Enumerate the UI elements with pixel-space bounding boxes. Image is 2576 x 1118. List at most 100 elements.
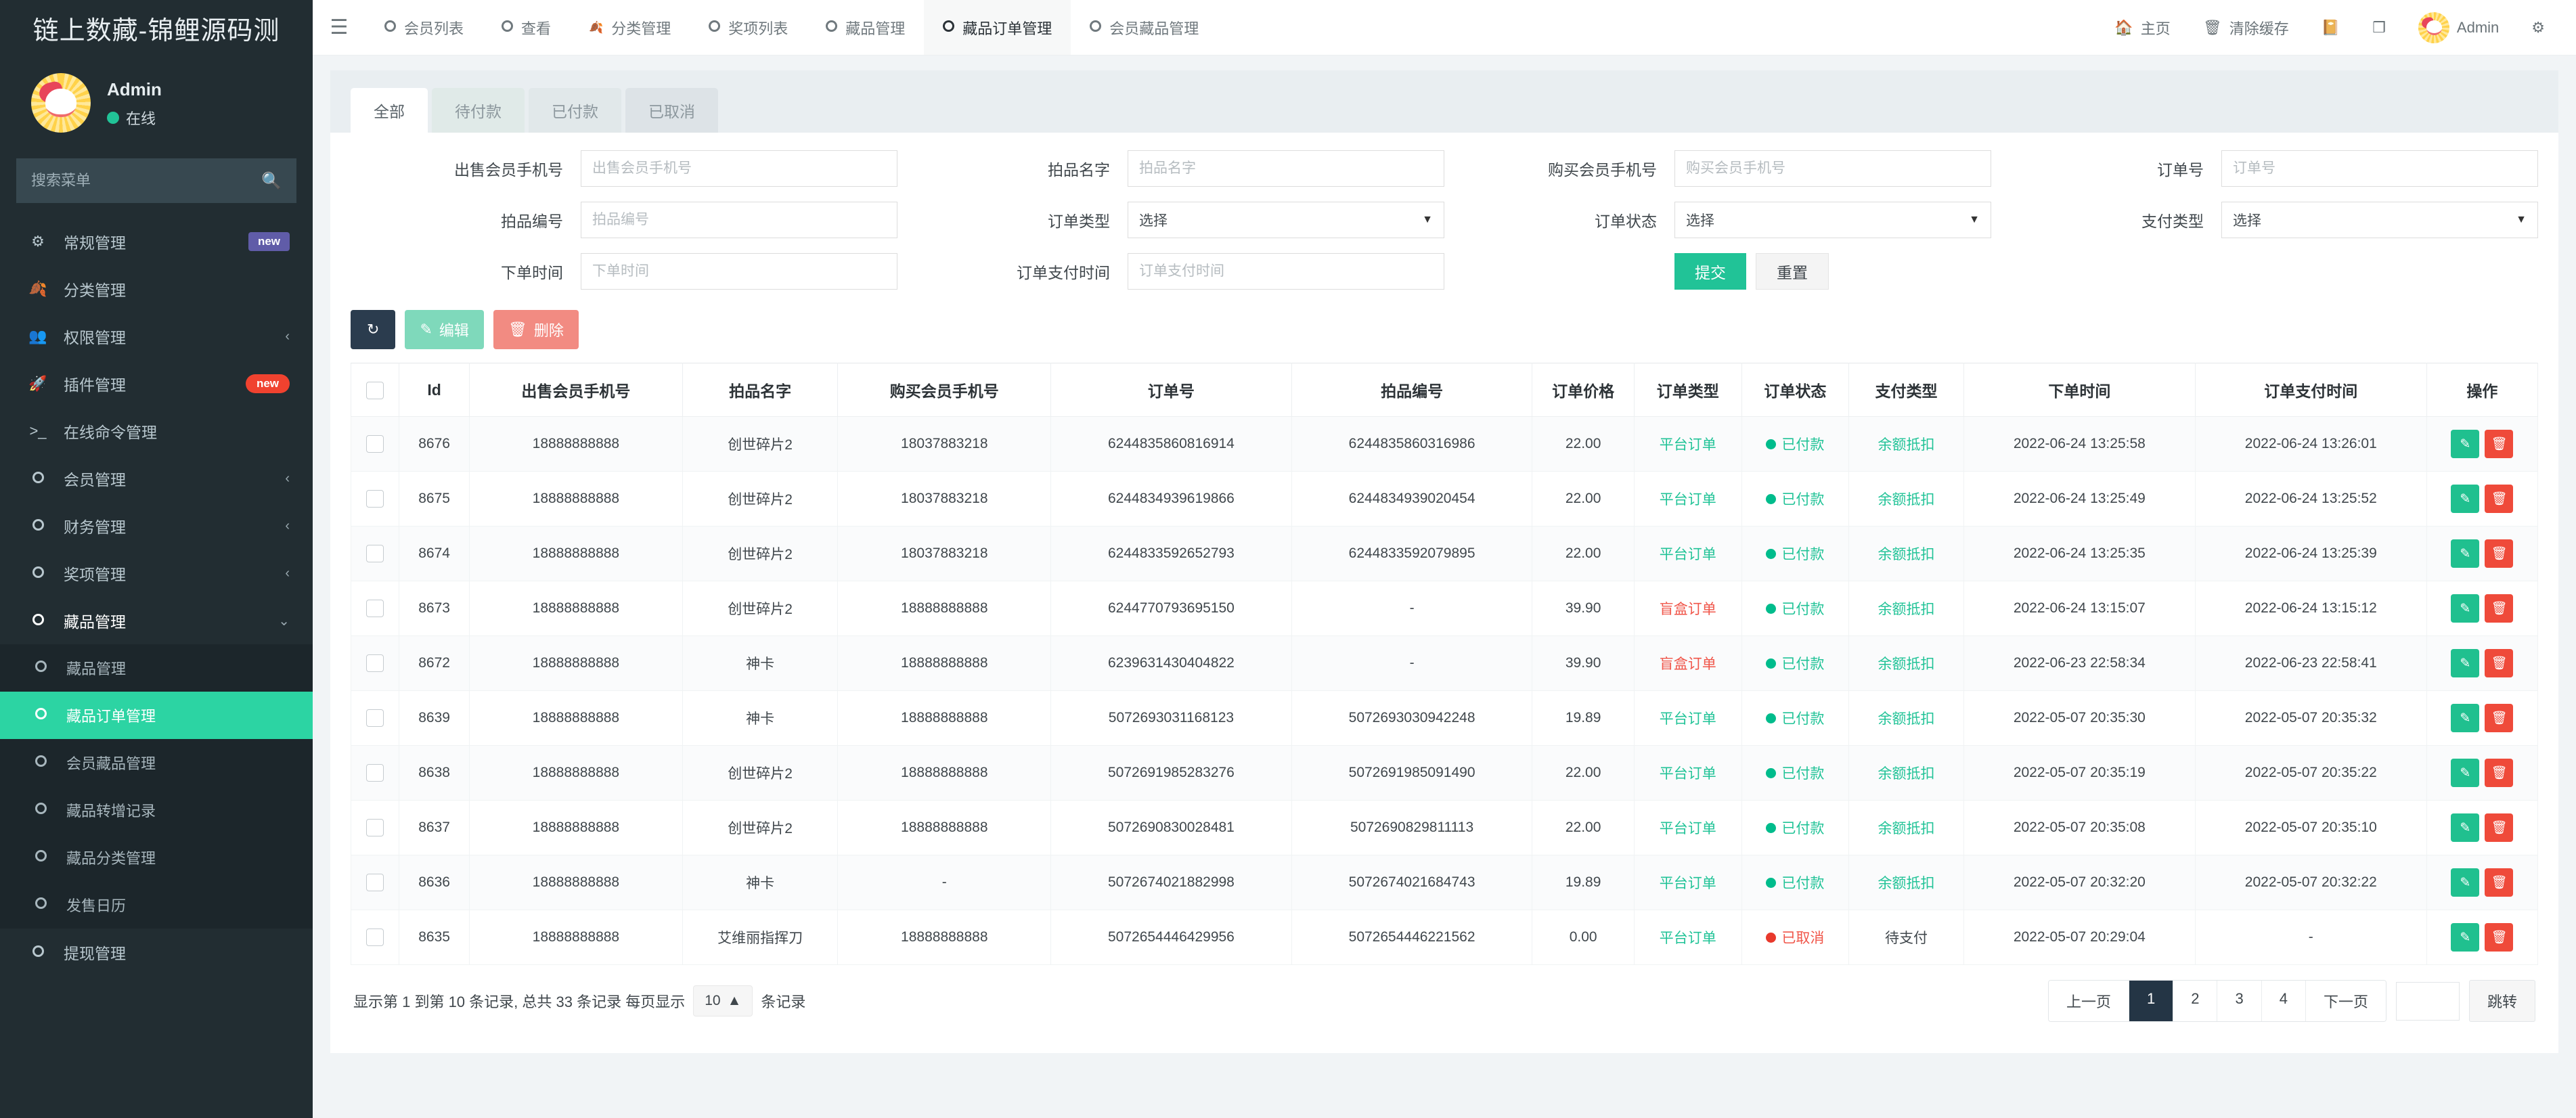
sidebar-item-plugin[interactable]: 🚀 插件管理 new xyxy=(0,360,313,407)
sidebar-item-member[interactable]: 会员管理 ‹ xyxy=(0,455,313,502)
tab-collection-manage[interactable]: 藏品管理 xyxy=(807,0,924,55)
tab-view[interactable]: 查看 xyxy=(483,0,570,55)
seller-phone-input[interactable] xyxy=(581,150,897,187)
home-button[interactable]: 🏠 主页 xyxy=(2098,0,2186,55)
fullscreen-button[interactable]: ❒ xyxy=(2356,0,2402,55)
row-delete-button[interactable]: 🗑 xyxy=(2485,923,2514,952)
row-edit-button[interactable]: ✎ xyxy=(2451,485,2480,513)
sidebar-item-command[interactable]: >_ 在线命令管理 xyxy=(0,407,313,455)
sidebar-item-category[interactable]: 🍂 分类管理 xyxy=(0,265,313,313)
page-1-button[interactable]: 1 xyxy=(2129,981,2174,1021)
next-page-button[interactable]: 下一页 xyxy=(2305,981,2386,1021)
tab-paid[interactable]: 已付款 xyxy=(529,88,621,133)
tab-member-list[interactable]: 会员列表 xyxy=(365,0,483,55)
row-delete-button[interactable]: 🗑 xyxy=(2485,759,2514,787)
tab-collection-order[interactable]: 藏品订单管理 xyxy=(924,0,1071,55)
sidebar-subitem-collection-order[interactable]: 藏品订单管理 xyxy=(0,692,313,739)
row-checkbox[interactable] xyxy=(366,654,384,672)
tab-category-manage[interactable]: 🍂 分类管理 xyxy=(570,0,690,55)
sidebar-item-general[interactable]: ⚙ 常规管理 new xyxy=(0,218,313,265)
tab-all[interactable]: 全部 xyxy=(351,88,428,133)
search-input[interactable] xyxy=(31,172,262,189)
row-edit-button[interactable]: ✎ xyxy=(2451,539,2480,568)
hamburger-icon[interactable]: ☰ xyxy=(313,0,365,55)
row-edit-button[interactable]: ✎ xyxy=(2451,594,2480,623)
settings-button[interactable]: ⚙ xyxy=(2515,0,2561,55)
select-all-checkbox[interactable] xyxy=(366,381,384,399)
row-delete-button[interactable]: 🗑 xyxy=(2485,539,2514,568)
tab-pending-payment[interactable]: 待付款 xyxy=(432,88,525,133)
row-checkbox[interactable] xyxy=(366,819,384,836)
row-edit-button[interactable]: ✎ xyxy=(2451,813,2480,842)
row-checkbox[interactable] xyxy=(366,490,384,508)
delete-button[interactable]: 🗑 删除 xyxy=(493,310,579,349)
row-checkbox[interactable] xyxy=(366,545,384,562)
row-checkbox[interactable] xyxy=(366,764,384,782)
reset-button[interactable]: 重置 xyxy=(1756,253,1829,290)
table-row[interactable]: 8676 18888888888 创世碎片2 18037883218 624483586… xyxy=(350,416,2539,472)
row-delete-button[interactable]: 🗑 xyxy=(2485,868,2514,897)
table-row[interactable]: 8637 18888888888 创世碎片2 18888888888 507269083… xyxy=(350,800,2539,855)
sidebar-item-collection[interactable]: 藏品管理 ⌄ xyxy=(0,597,313,644)
sidebar-item-finance[interactable]: 财务管理 ‹ xyxy=(0,502,313,550)
sidebar-item-withdraw[interactable]: 提现管理 xyxy=(0,929,313,976)
row-delete-button[interactable]: 🗑 xyxy=(2485,649,2514,677)
tab-cancelled[interactable]: 已取消 xyxy=(625,88,718,133)
clear-cache-button[interactable]: 🗑 清除缓存 xyxy=(2187,0,2305,55)
tab-award-list[interactable]: 奖项列表 xyxy=(690,0,807,55)
user-menu[interactable]: Admin xyxy=(2402,0,2515,55)
prev-page-button[interactable]: 上一页 xyxy=(2048,981,2129,1021)
table-row[interactable]: 8638 18888888888 创世碎片2 18888888888 507269198… xyxy=(350,745,2539,801)
row-checkbox[interactable] xyxy=(366,600,384,617)
sidebar-subitem-collection-manage[interactable]: 藏品管理 xyxy=(0,644,313,692)
row-edit-button[interactable]: ✎ xyxy=(2451,868,2480,897)
sidebar-item-award[interactable]: 奖项管理 ‹ xyxy=(0,550,313,597)
tab-member-collection[interactable]: 会员藏品管理 xyxy=(1071,0,1218,55)
table-row[interactable]: 8636 18888888888 神卡 -5072674021882998 507267… xyxy=(350,855,2539,910)
row-edit-button[interactable]: ✎ xyxy=(2451,649,2480,677)
sidebar-subitem-sale-calendar[interactable]: 发售日历 xyxy=(0,881,313,929)
row-edit-button[interactable]: ✎ xyxy=(2451,430,2480,458)
item-name-input[interactable] xyxy=(1128,150,1444,187)
row-delete-button[interactable]: 🗑 xyxy=(2485,704,2514,732)
sidebar-search[interactable]: 🔍 xyxy=(16,158,296,203)
item-no-input[interactable] xyxy=(581,202,897,238)
jump-page-input[interactable] xyxy=(2395,981,2460,1021)
page-size-select[interactable]: 10 ▲ xyxy=(693,985,753,1016)
pay-time-input[interactable] xyxy=(1128,253,1444,290)
row-delete-button[interactable]: 🗑 xyxy=(2485,485,2514,513)
row-checkbox[interactable] xyxy=(366,874,384,891)
jump-button[interactable]: 跳转 xyxy=(2468,980,2535,1022)
row-edit-button[interactable]: ✎ xyxy=(2451,759,2480,787)
order-time-input[interactable] xyxy=(581,253,897,290)
table-row[interactable]: 8675 18888888888 创世碎片2 18037883218 624483493… xyxy=(350,471,2539,527)
order-status-select[interactable]: 选择 ▼ xyxy=(1674,202,1991,238)
page-2-button[interactable]: 2 xyxy=(2173,981,2218,1021)
table-row[interactable]: 8673 18888888888 创世碎片2 18888888888 624477079… xyxy=(350,581,2539,636)
edit-button[interactable]: ✎ 编辑 xyxy=(405,310,484,349)
sidebar-subitem-member-collection[interactable]: 会员藏品管理 xyxy=(0,739,313,786)
table-row[interactable]: 8635 18888888888 艾维丽指挥刀 18888888888 50726544… xyxy=(350,910,2539,965)
book-button[interactable]: 📔 xyxy=(2305,0,2356,55)
row-checkbox[interactable] xyxy=(366,435,384,453)
page-4-button[interactable]: 4 xyxy=(2261,981,2306,1021)
table-row[interactable]: 8672 18888888888 神卡 18888888888 623963143040… xyxy=(350,635,2539,691)
row-edit-button[interactable]: ✎ xyxy=(2451,923,2480,952)
row-checkbox[interactable] xyxy=(366,709,384,727)
row-delete-button[interactable]: 🗑 xyxy=(2485,813,2514,842)
table-row[interactable]: 8674 18888888888 创世碎片2 18037883218 624483359… xyxy=(350,526,2539,581)
table-row[interactable]: 8639 18888888888 神卡 18888888888 507269303116… xyxy=(350,690,2539,746)
order-type-select[interactable]: 选择 ▼ xyxy=(1128,202,1444,238)
page-3-button[interactable]: 3 xyxy=(2217,981,2262,1021)
pay-type-select[interactable]: 选择 ▼ xyxy=(2221,202,2538,238)
buyer-phone-input[interactable] xyxy=(1674,150,1991,187)
submit-button[interactable]: 提交 xyxy=(1674,253,1746,290)
row-delete-button[interactable]: 🗑 xyxy=(2485,430,2514,458)
sidebar-item-permission[interactable]: 👥 权限管理 ‹ xyxy=(0,313,313,360)
sidebar-subitem-collection-category[interactable]: 藏品分类管理 xyxy=(0,834,313,881)
sidebar-subitem-transfer-record[interactable]: 藏品转增记录 xyxy=(0,786,313,834)
order-no-input[interactable] xyxy=(2221,150,2538,187)
row-edit-button[interactable]: ✎ xyxy=(2451,704,2480,732)
row-delete-button[interactable]: 🗑 xyxy=(2485,594,2514,623)
refresh-button[interactable]: ↻ xyxy=(351,310,396,349)
